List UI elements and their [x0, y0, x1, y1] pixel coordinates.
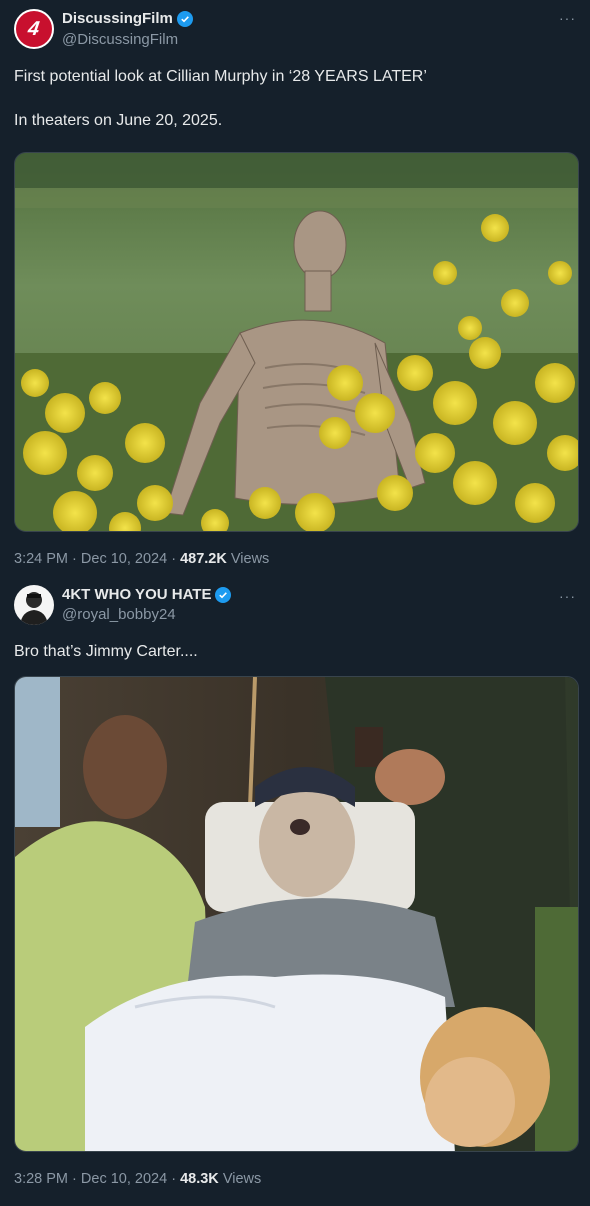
- tweet-image-field[interactable]: [14, 152, 579, 532]
- tweet-image-stretcher[interactable]: [14, 676, 579, 1152]
- tweet-text: First potential look at Cillian Murphy i…: [14, 68, 427, 129]
- verified-badge-icon: [176, 10, 193, 27]
- meta-separator: ·: [72, 551, 77, 567]
- tweet-meta: 3:24 PM · Dec 10, 2024 · 487.2K Views: [14, 551, 269, 567]
- author-name-row: 4KT WHO YOU HATE: [62, 586, 232, 603]
- display-name[interactable]: DiscussingFilm: [62, 10, 173, 27]
- handle[interactable]: @DiscussingFilm: [62, 31, 178, 48]
- meta-separator: ·: [72, 1171, 77, 1187]
- field-figure-image: [15, 153, 578, 531]
- avatar-portrait-icon: [20, 592, 48, 625]
- avatar[interactable]: 4: [14, 9, 54, 49]
- tweet-text: Bro that’s Jimmy Carter....: [14, 643, 198, 660]
- tweet-time[interactable]: 3:28 PM: [14, 1171, 68, 1187]
- tweet-meta: 3:28 PM · Dec 10, 2024 · 48.3K Views: [14, 1171, 261, 1187]
- display-name[interactable]: 4KT WHO YOU HATE: [62, 586, 211, 603]
- more-options-icon[interactable]: ···: [559, 588, 576, 604]
- verified-badge-icon: [215, 586, 232, 603]
- handle[interactable]: @royal_bobby24: [62, 606, 176, 623]
- views-label: Views: [222, 1171, 262, 1187]
- tweet-time[interactable]: 3:24 PM: [14, 551, 68, 567]
- views-label: Views: [230, 551, 270, 567]
- more-options-icon[interactable]: ···: [559, 10, 576, 26]
- tweet-date[interactable]: Dec 10, 2024: [81, 551, 167, 567]
- views-count[interactable]: 48.3K: [180, 1171, 219, 1187]
- avatar[interactable]: [14, 585, 54, 625]
- author-name-row: DiscussingFilm: [62, 10, 193, 27]
- tweet-discussingfilm[interactable]: 4 DiscussingFilm @DiscussingFilm ··· Fir…: [0, 0, 590, 578]
- views-count[interactable]: 487.2K: [180, 551, 227, 567]
- tweet-date[interactable]: Dec 10, 2024: [81, 1171, 167, 1187]
- meta-separator: ·: [171, 1171, 177, 1187]
- meta-separator: ·: [171, 551, 177, 567]
- tweet-reply[interactable]: 4KT WHO YOU HATE @royal_bobby24 ··· Bro …: [0, 578, 590, 1206]
- avatar-logo-text: 4: [26, 17, 42, 40]
- stretcher-photo-image: [15, 677, 578, 1151]
